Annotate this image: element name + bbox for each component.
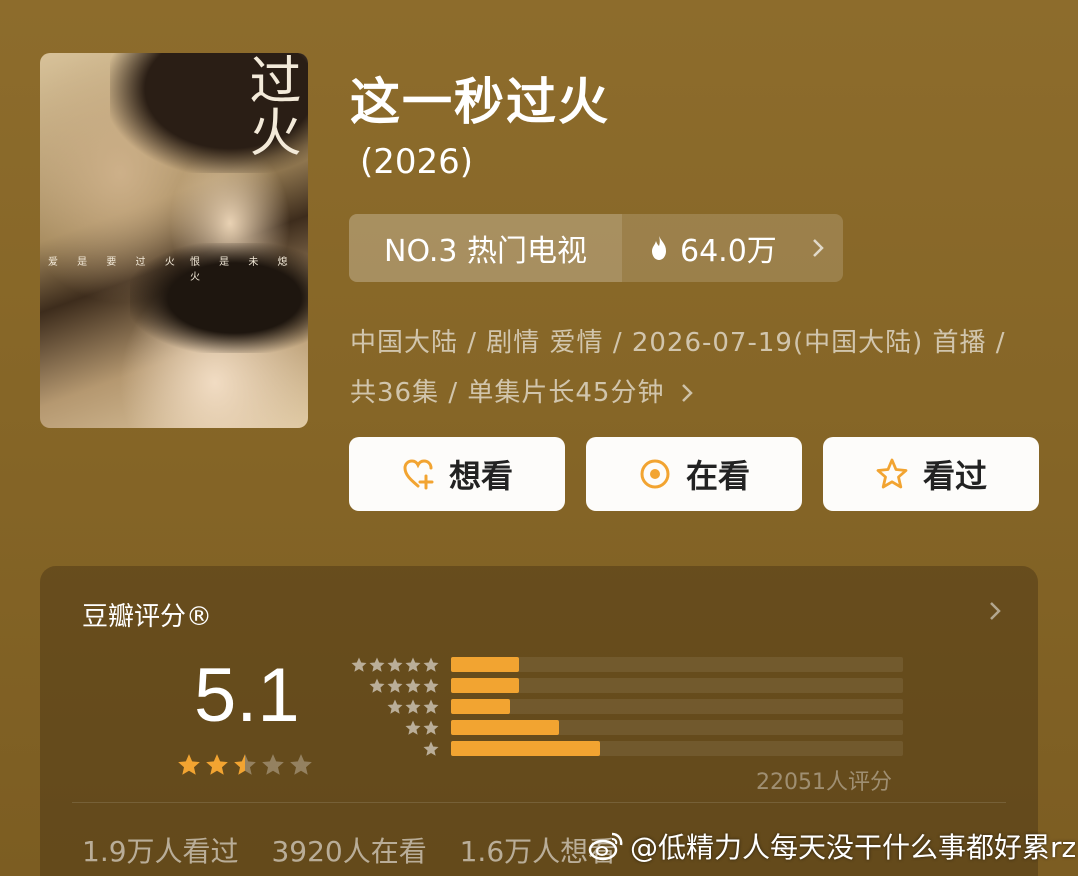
watching-button[interactable]: 在看 xyxy=(586,437,802,511)
distribution-row-2-star xyxy=(340,717,903,738)
heart-plus-icon xyxy=(403,459,434,490)
fire-icon xyxy=(652,236,666,260)
poster-title-art: 过火 xyxy=(240,53,300,157)
distribution-bar-track xyxy=(451,678,903,693)
divider xyxy=(72,802,1006,803)
want-label: 想看 xyxy=(448,457,513,495)
watched-label: 看过 xyxy=(922,457,987,495)
distribution-bar-track xyxy=(451,720,903,735)
small-star-icon xyxy=(387,657,403,672)
distribution-row-5-star xyxy=(340,654,903,675)
distribution-bar-track xyxy=(451,741,903,756)
watching-label: 在看 xyxy=(685,457,750,495)
small-star-icon xyxy=(423,741,439,756)
distribution-stars xyxy=(340,698,440,716)
rating-title: 豆瓣评分® xyxy=(82,602,213,632)
small-star-icon xyxy=(423,678,439,693)
small-star-icon xyxy=(405,657,421,672)
heat-value: 64.0万 xyxy=(680,234,777,269)
star-icon xyxy=(262,754,284,775)
distribution-bar-4-star xyxy=(451,678,519,693)
distribution-bar-1-star xyxy=(451,741,601,756)
meta-line-1[interactable]: 中国大陆 / 剧情 爱情 / 2026-07-19(中国大陆) 首播 / xyxy=(350,322,1006,359)
distribution-stars xyxy=(340,740,440,758)
star-icon xyxy=(206,754,228,775)
distribution-bar-3-star xyxy=(451,699,510,714)
stat-watched[interactable]: 1.9万人看过 xyxy=(82,835,239,868)
weibo-watermark: @低精力人每天没干什么事都好累rz xyxy=(588,826,1076,866)
small-star-icon xyxy=(387,699,403,714)
poster-image[interactable]: 过火 爱 是 要 过 火 恨 是 未 熄 火 xyxy=(40,53,308,428)
star-icon xyxy=(290,754,312,775)
distribution-row-1-star xyxy=(340,738,903,759)
distribution-stars xyxy=(340,677,440,695)
small-star-icon xyxy=(423,720,439,735)
show-title: 这一秒过火 xyxy=(350,73,610,131)
want-to-watch-button[interactable]: 想看 xyxy=(349,437,565,511)
target-icon xyxy=(640,459,670,489)
chevron-right-icon xyxy=(681,384,693,402)
distribution-bar-track xyxy=(451,657,903,672)
rank-label: NO.3 热门电视 xyxy=(349,214,622,282)
rating-count: 22051人评分 xyxy=(756,770,892,795)
small-star-icon xyxy=(369,678,385,693)
small-star-icon xyxy=(423,699,439,714)
weibo-icon xyxy=(588,832,623,861)
rating-stars xyxy=(176,752,314,778)
small-star-icon xyxy=(423,657,439,672)
distribution-bar-2-star xyxy=(451,720,560,735)
rating-score: 5.1 xyxy=(194,653,300,738)
watch-stats: 1.9万人看过 3920人在看 1.6万人想看 xyxy=(82,830,640,870)
distribution-bar-track xyxy=(451,699,903,714)
small-star-icon xyxy=(405,720,421,735)
small-star-icon xyxy=(405,699,421,714)
show-year: (2026) xyxy=(360,142,474,182)
star-icon xyxy=(178,754,200,775)
meta-line-2[interactable]: 共36集 / 单集片长45分钟 xyxy=(350,372,694,409)
small-star-icon xyxy=(351,657,367,672)
distribution-row-3-star xyxy=(340,696,903,717)
chevron-right-icon xyxy=(990,602,1001,620)
rank-pill[interactable]: NO.3 热门电视 64.0万 xyxy=(349,214,843,282)
small-star-icon xyxy=(405,678,421,693)
distribution-stars xyxy=(340,656,440,674)
watermark-text: @低精力人每天没干什么事都好累rz xyxy=(630,831,1077,864)
rating-distribution xyxy=(340,654,903,759)
poster-tagline-right: 恨 是 未 熄 火 xyxy=(190,257,296,283)
meta-line-2-text: 共36集 / 单集片长45分钟 xyxy=(350,378,665,408)
small-star-icon xyxy=(369,657,385,672)
small-star-icon xyxy=(387,678,403,693)
heat-section[interactable]: 64.0万 xyxy=(622,214,843,282)
poster-tagline-left: 爱 是 要 过 火 xyxy=(48,257,183,268)
star-icon xyxy=(234,754,256,775)
chevron-right-icon xyxy=(813,239,824,257)
watched-button[interactable]: 看过 xyxy=(823,437,1039,511)
distribution-bar-5-star xyxy=(451,657,519,672)
stat-watching[interactable]: 3920人在看 xyxy=(271,835,426,868)
distribution-stars xyxy=(340,719,440,737)
star-outline-icon xyxy=(876,458,908,489)
distribution-row-4-star xyxy=(340,675,903,696)
